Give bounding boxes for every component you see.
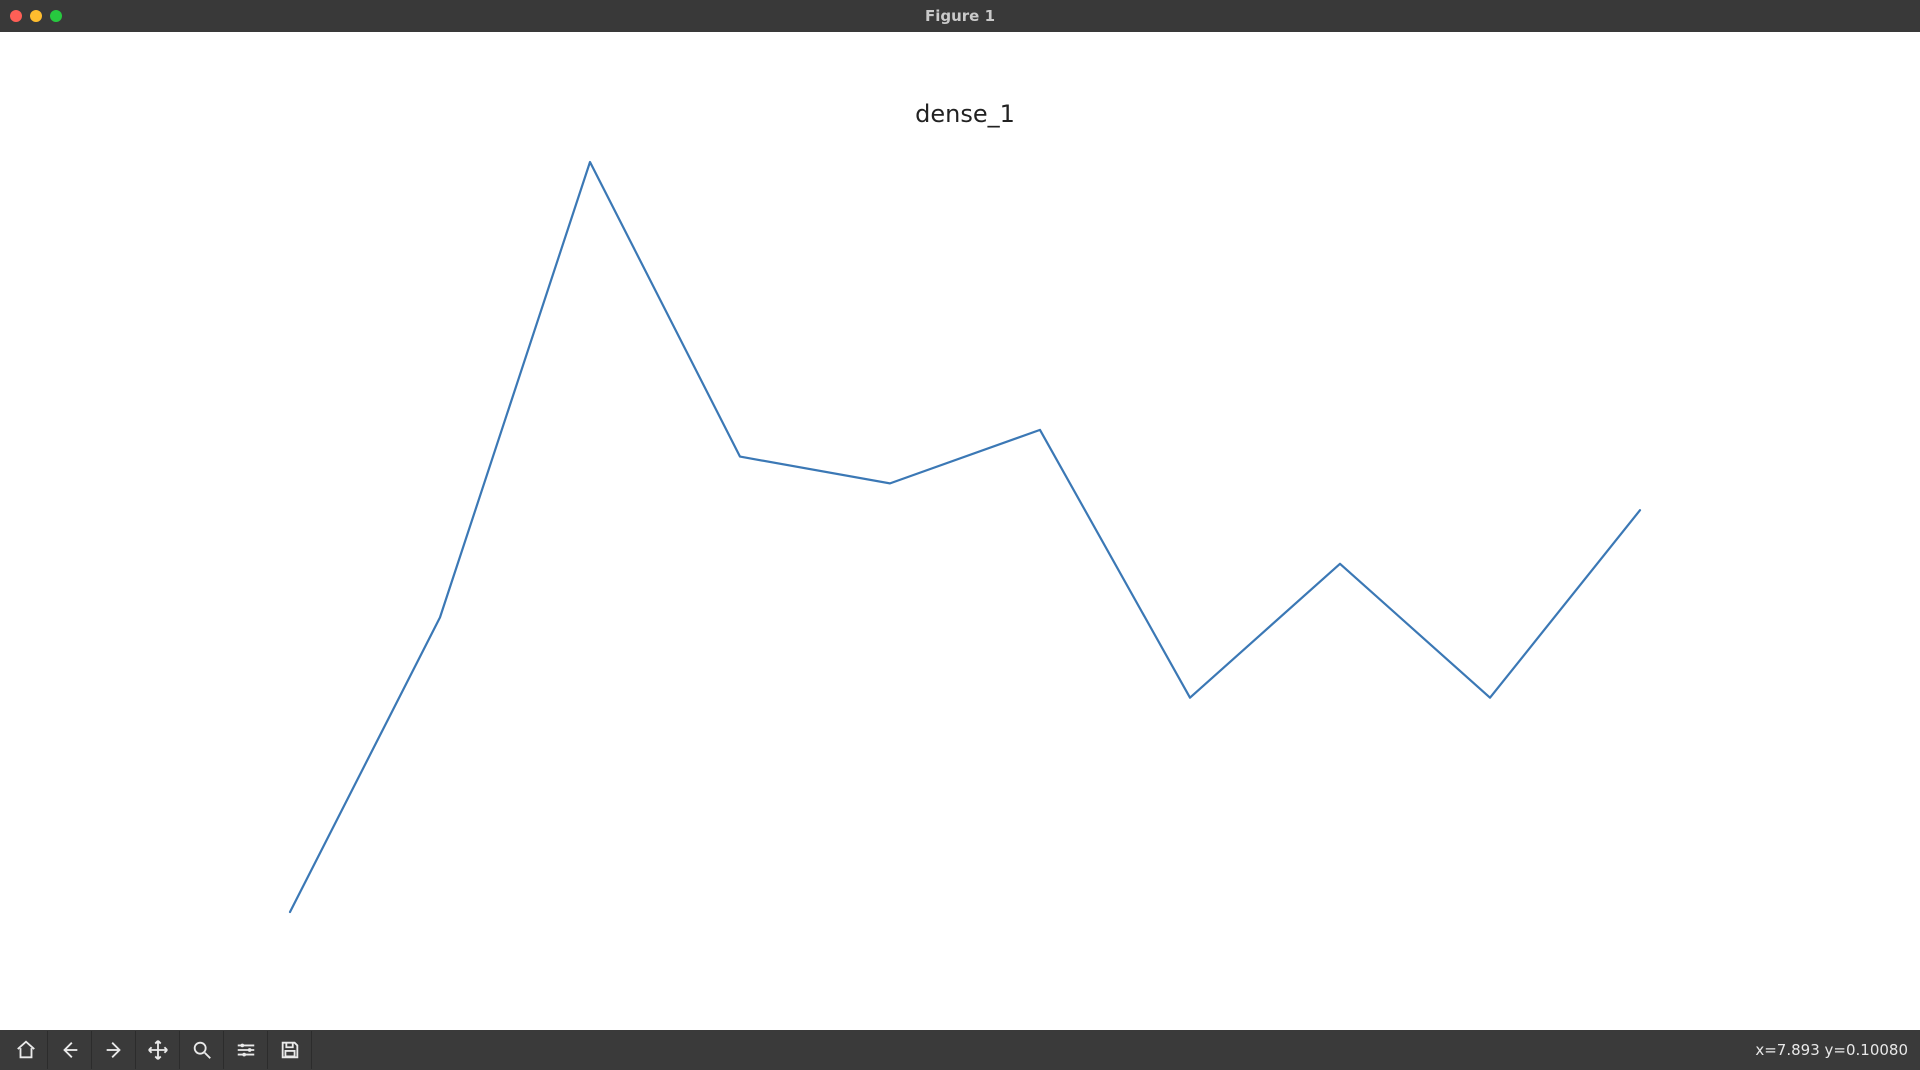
save-icon <box>279 1039 301 1061</box>
zoom-button[interactable] <box>180 1031 224 1069</box>
close-window-button[interactable] <box>10 10 22 22</box>
move-icon <box>147 1039 169 1061</box>
plot-canvas[interactable]: dense_1 <box>0 32 1920 1030</box>
line-series-0 <box>290 162 1640 912</box>
arrow-left-icon <box>59 1039 81 1061</box>
home-button[interactable] <box>4 1031 48 1069</box>
home-icon <box>15 1039 37 1061</box>
maximize-window-button[interactable] <box>50 10 62 22</box>
window-controls <box>10 10 62 22</box>
configure-subplots-button[interactable] <box>224 1031 268 1069</box>
pan-button[interactable] <box>136 1031 180 1069</box>
figure-window: Figure 1 dense_1 <box>0 0 1920 1070</box>
forward-button[interactable] <box>92 1031 136 1069</box>
minimize-window-button[interactable] <box>30 10 42 22</box>
window-title: Figure 1 <box>925 7 995 25</box>
titlebar: Figure 1 <box>0 0 1920 32</box>
arrow-right-icon <box>103 1039 125 1061</box>
cursor-coordinates: x=7.893 y=0.10080 <box>1755 1041 1908 1059</box>
mpl-toolbar: x=7.893 y=0.10080 <box>0 1030 1920 1070</box>
magnifier-icon <box>191 1039 213 1061</box>
chart-title: dense_1 <box>915 100 1015 128</box>
back-button[interactable] <box>48 1031 92 1069</box>
save-button[interactable] <box>268 1031 312 1069</box>
sliders-icon <box>235 1039 257 1061</box>
